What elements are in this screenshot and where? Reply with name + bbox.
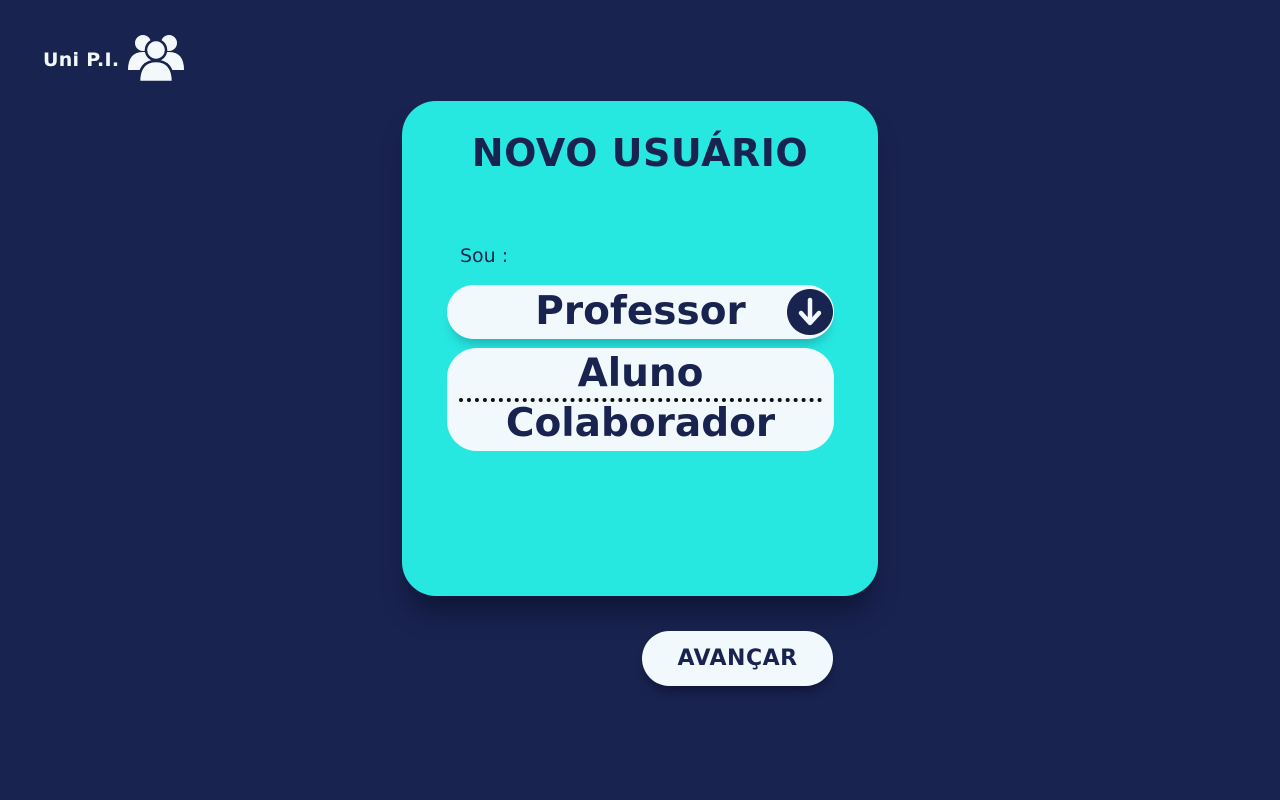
option-aluno[interactable]: Aluno: [447, 350, 834, 398]
users-group-icon: [128, 35, 185, 82]
arrow-down-circle-icon[interactable]: [787, 289, 833, 335]
user-type-options: Aluno Colaborador: [447, 348, 834, 451]
next-button[interactable]: AVANÇAR: [642, 631, 833, 686]
selected-user-type: Professor: [535, 289, 746, 334]
user-type-select[interactable]: Professor: [447, 285, 834, 339]
new-user-card: NOVO USUÁRIO Sou : Professor Aluno Colab…: [402, 101, 878, 596]
app-logo: Uni P.I.: [43, 30, 185, 82]
user-type-label: Sou :: [460, 245, 509, 267]
logo-text: Uni P.I.: [43, 49, 120, 71]
page-title: NOVO USUÁRIO: [471, 131, 809, 175]
option-colaborador[interactable]: Colaborador: [447, 400, 834, 448]
